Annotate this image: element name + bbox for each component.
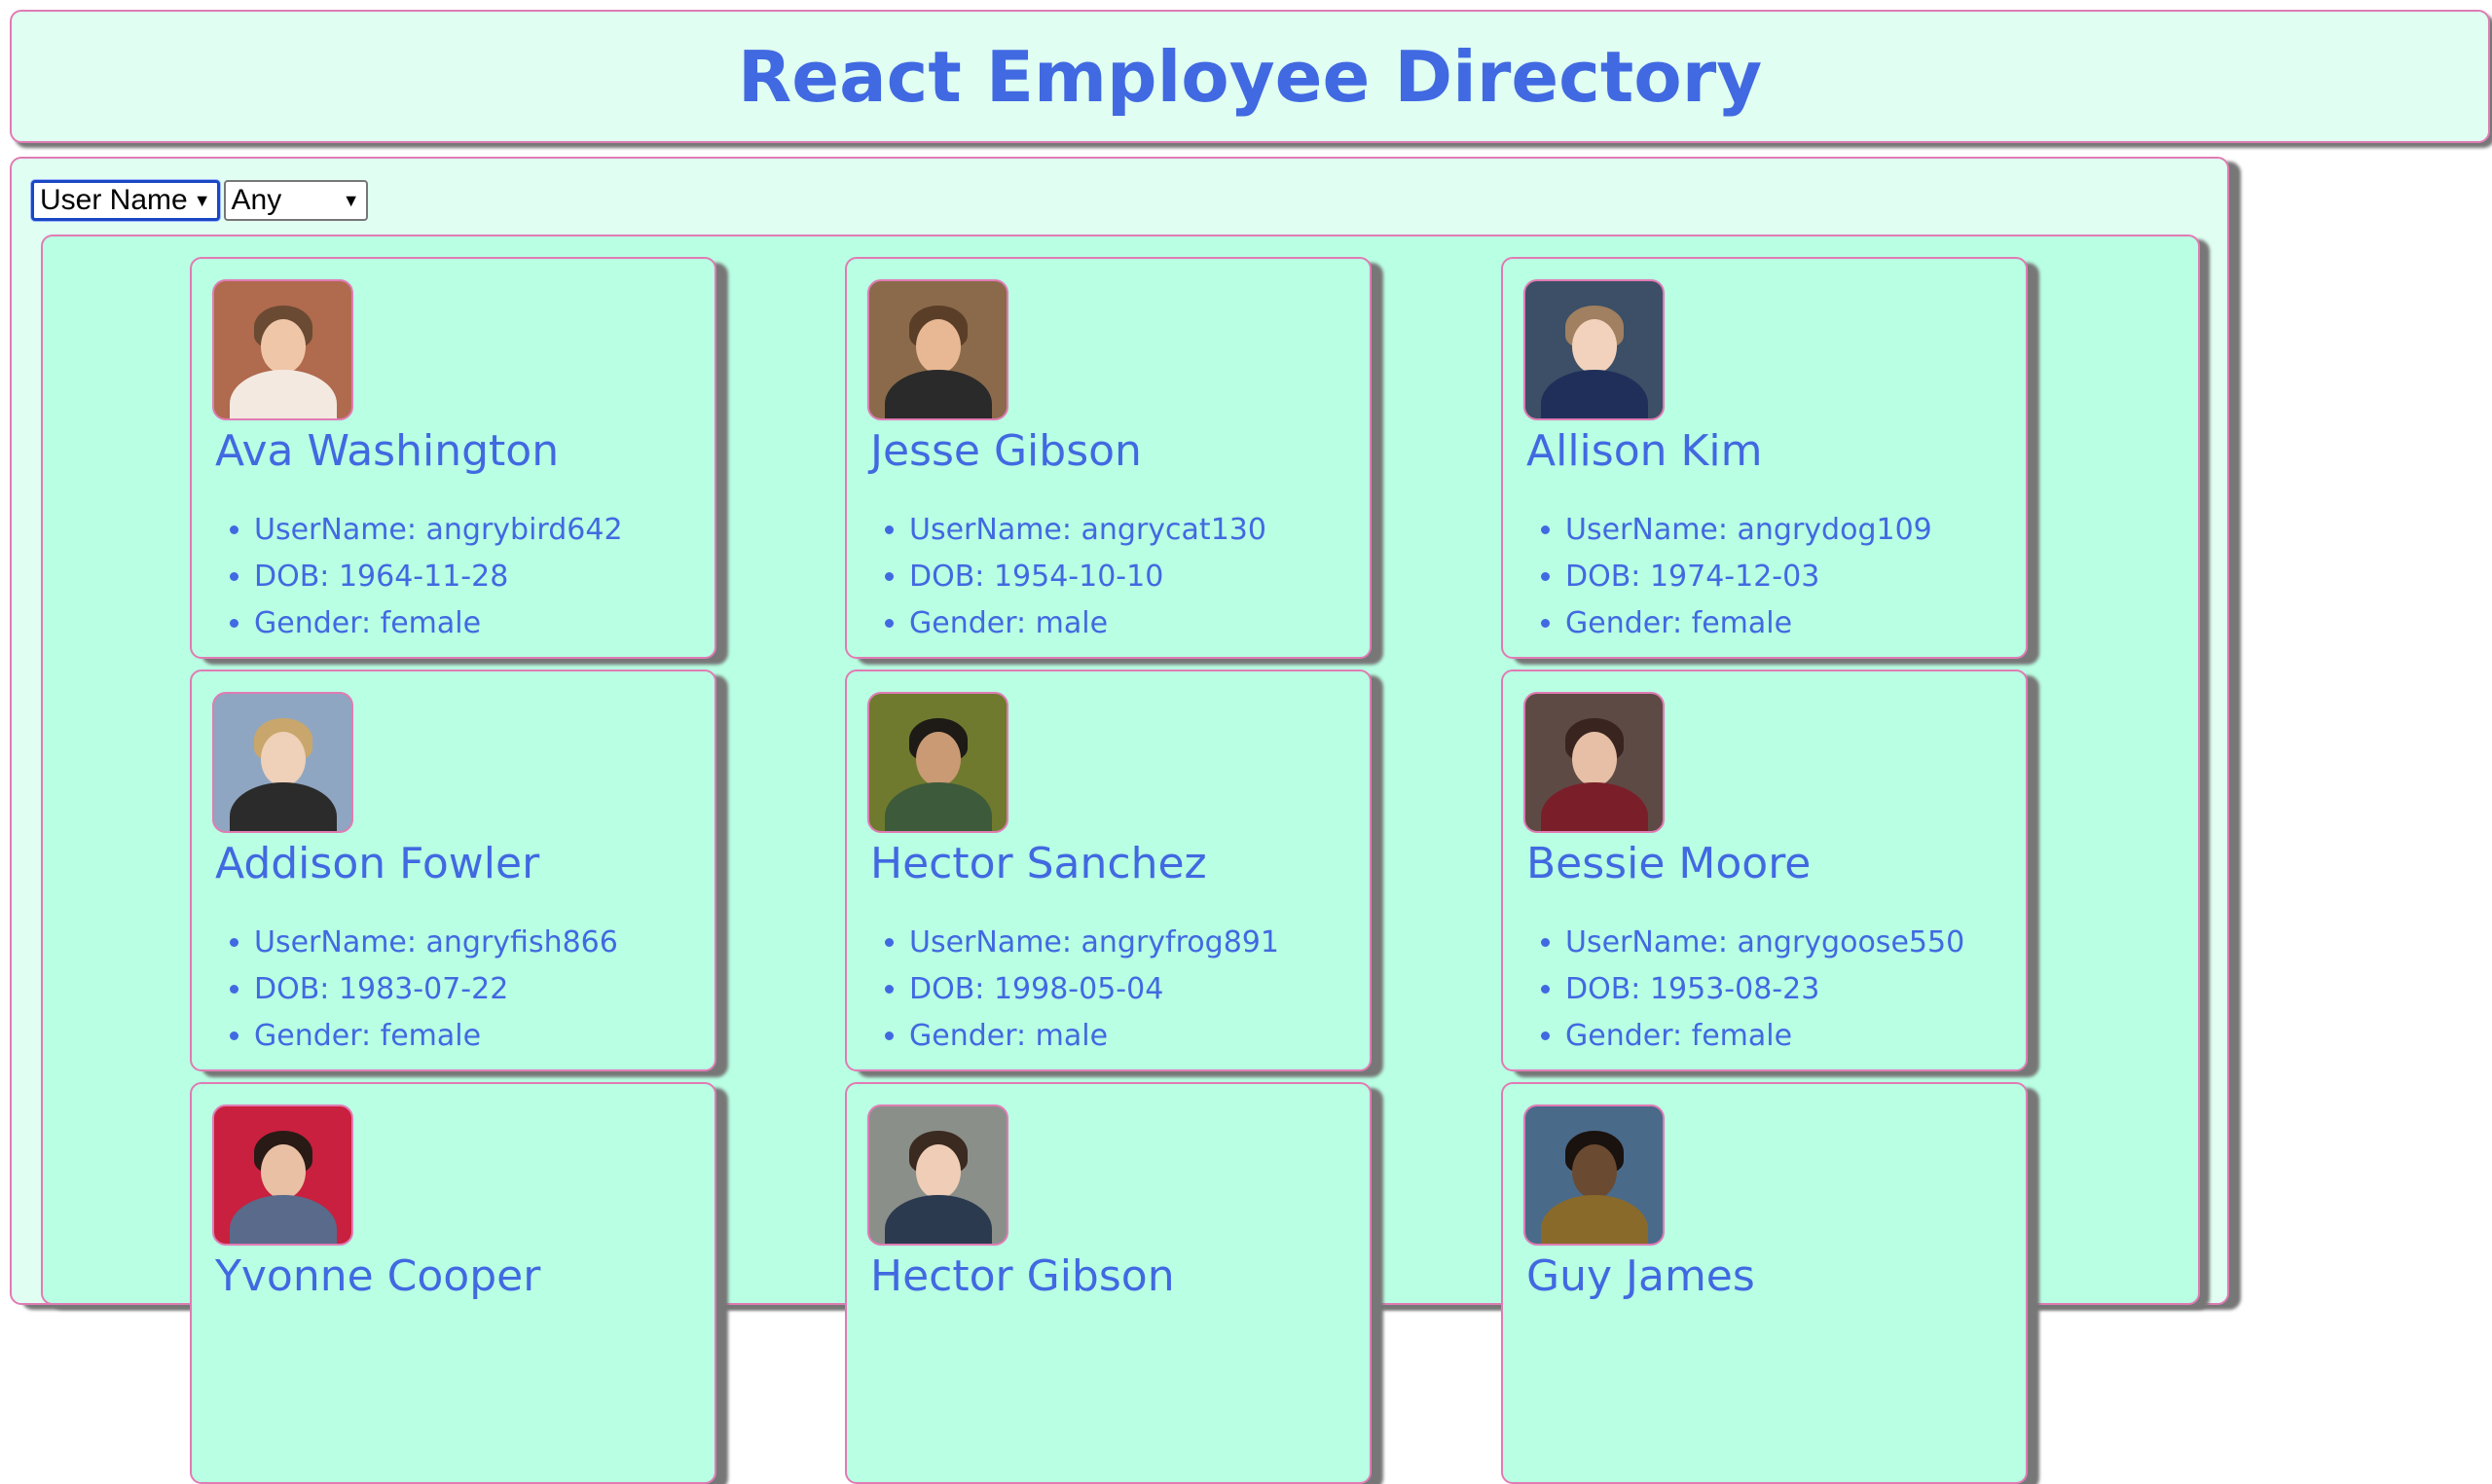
employee-gender: Gender: male <box>909 1013 1279 1060</box>
chevron-down-icon: ▼ <box>193 190 211 210</box>
employee-username: UserName: angrybird642 <box>254 507 623 554</box>
employee-username: UserName: angrycat130 <box>909 507 1266 554</box>
employee-card: Hector Sanchez UserName: angryfrog891 DO… <box>845 670 1372 1071</box>
employee-details: UserName: angrycat130 DOB: 1954-10-10 Ge… <box>870 507 1266 647</box>
directory-panel: User Name ▼ Any ▼ Ava Washington UserNam… <box>10 157 2229 1484</box>
employee-name: Yvonne Cooper <box>215 1251 541 1301</box>
employee-gender: Gender: female <box>254 600 623 647</box>
employee-dob: DOB: 1964-11-28 <box>254 554 623 600</box>
employee-gender: Gender: female <box>1565 1013 1964 1060</box>
employee-card: Yvonne Cooper <box>190 1082 716 1484</box>
avatar <box>1523 279 1665 420</box>
employee-name: Allison Kim <box>1526 426 1763 476</box>
employee-card: Ava Washington UserName: angrybird642 DO… <box>190 257 716 659</box>
employee-details: UserName: angrydog109 DOB: 1974-12-03 Ge… <box>1526 507 1932 647</box>
employee-name: Hector Sanchez <box>870 839 1207 888</box>
employee-username: UserName: angrygoose550 <box>1565 920 1964 966</box>
avatar <box>1523 692 1665 833</box>
employee-name: Addison Fowler <box>215 839 540 888</box>
employee-details: UserName: angrybird642 DOB: 1964-11-28 G… <box>215 507 623 647</box>
controls-bar: User Name ▼ Any ▼ <box>31 180 368 221</box>
employee-card: Hector Gibson <box>845 1082 1372 1484</box>
avatar <box>1523 1104 1665 1246</box>
employee-details: UserName: angryfrog891 DOB: 1998-05-04 G… <box>870 920 1279 1060</box>
employee-dob: DOB: 1974-12-03 <box>1565 554 1932 600</box>
employee-dob: DOB: 1953-08-23 <box>1565 966 1964 1013</box>
employee-username: UserName: angrydog109 <box>1565 507 1932 554</box>
employee-card: Addison Fowler UserName: angryfish866 DO… <box>190 670 716 1071</box>
employee-username: UserName: angryfrog891 <box>909 920 1279 966</box>
employee-name: Hector Gibson <box>870 1251 1175 1301</box>
employee-name: Bessie Moore <box>1526 839 1812 888</box>
employee-username: UserName: angryfish866 <box>254 920 618 966</box>
sort-field-select[interactable]: User Name ▼ <box>31 180 220 221</box>
employee-name: Guy James <box>1526 1251 1755 1301</box>
employee-dob: DOB: 1998-05-04 <box>909 966 1279 1013</box>
avatar <box>212 279 353 420</box>
employee-grid: Ava Washington UserName: angrybird642 DO… <box>41 235 2200 1484</box>
sort-field-value: User Name <box>40 184 188 216</box>
employee-details: UserName: angrygoose550 DOB: 1953-08-23 … <box>1526 920 1964 1060</box>
employee-card: Allison Kim UserName: angrydog109 DOB: 1… <box>1501 257 2028 659</box>
employee-card: Guy James <box>1501 1082 2028 1484</box>
employee-details: UserName: angryfish866 DOB: 1983-07-22 G… <box>215 920 618 1060</box>
employee-dob: DOB: 1983-07-22 <box>254 966 618 1013</box>
avatar <box>867 279 1008 420</box>
avatar <box>867 1104 1008 1246</box>
avatar <box>867 692 1008 833</box>
employee-dob: DOB: 1954-10-10 <box>909 554 1266 600</box>
gender-filter-select[interactable]: Any ▼ <box>223 180 368 221</box>
gender-filter-value: Any <box>231 184 282 216</box>
page-title: React Employee Directory <box>737 35 1763 118</box>
avatar <box>212 1104 353 1246</box>
employee-card: Jesse Gibson UserName: angrycat130 DOB: … <box>845 257 1372 659</box>
employee-gender: Gender: female <box>1565 600 1932 647</box>
employee-gender: Gender: male <box>909 600 1266 647</box>
page-header: React Employee Directory <box>10 10 2490 143</box>
chevron-down-icon: ▼ <box>342 190 360 210</box>
employee-name: Jesse Gibson <box>870 426 1142 476</box>
employee-card: Bessie Moore UserName: angrygoose550 DOB… <box>1501 670 2028 1071</box>
avatar <box>212 692 353 833</box>
employee-gender: Gender: female <box>254 1013 618 1060</box>
employee-name: Ava Washington <box>215 426 560 476</box>
